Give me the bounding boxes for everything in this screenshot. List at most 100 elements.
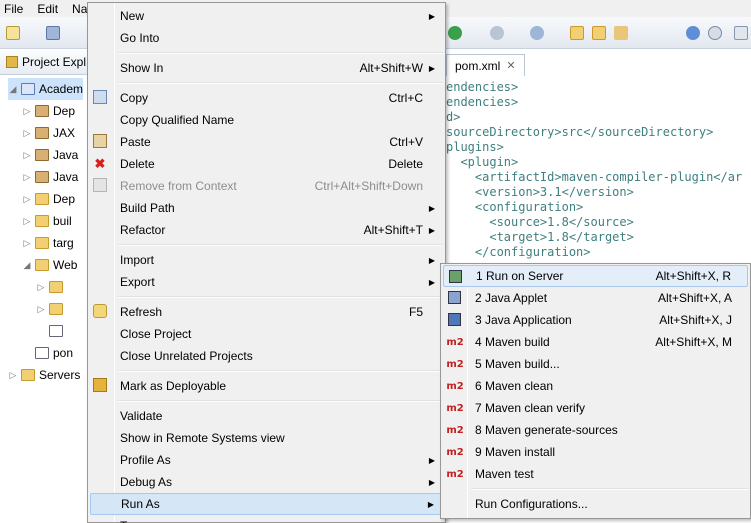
menu-item-label: Close Project — [120, 327, 192, 341]
folder-icon — [35, 215, 49, 227]
tree-item[interactable]: ◢ Academ — [8, 78, 84, 100]
submenu-arrow-icon: ▶ — [428, 11, 435, 21]
menu-item-label: Copy Qualified Name — [120, 113, 235, 127]
menu-item-go-into[interactable]: Go Into — [90, 27, 443, 49]
expand-toggle-icon[interactable]: ▷ — [22, 172, 32, 183]
menu-item-close-unrelated-projects[interactable]: Close Unrelated Projects — [90, 345, 443, 367]
code-view[interactable]: endencies> endencies> d> sourceDirectory>sr… — [446, 80, 742, 260]
menu-item-close-project[interactable]: Close Project — [90, 323, 443, 345]
expand-toggle-icon[interactable]: ▷ — [22, 216, 32, 227]
editor-tab-label: pom.xml — [455, 58, 501, 73]
menu-item-paste[interactable]: Paste Ctrl+V — [90, 131, 443, 153]
submenu-item[interactable]: 1 Run on Server Alt+Shift+X, R — [443, 265, 748, 287]
project-icon — [21, 83, 35, 95]
tree-item[interactable]: ▷ Servers — [8, 364, 81, 386]
expand-toggle-icon[interactable]: ▷ — [36, 304, 46, 315]
tree-item[interactable]: ▷ targ — [22, 232, 74, 254]
menu-item-team[interactable]: Te — [90, 515, 443, 523]
code-line: <artifactId>maven-compiler-plugin</ar — [446, 170, 743, 184]
menu-item-label: Remove from Context — [120, 179, 237, 193]
tree-item[interactable]: ▷ Dep — [22, 100, 75, 122]
m2-icon: m2 — [446, 336, 464, 348]
submenu-item[interactable]: m2 7 Maven clean verify — [443, 397, 748, 419]
submenu-item[interactable]: m2 5 Maven build... — [443, 353, 748, 375]
applet-icon — [448, 291, 461, 304]
submenu-item[interactable]: m2 6 Maven clean — [443, 375, 748, 397]
menu-item-copy-qualified-name[interactable]: Copy Qualified Name — [90, 109, 443, 131]
tab-pom-xml[interactable]: pom.xml ✕ — [446, 54, 525, 76]
globe-icon[interactable] — [686, 26, 700, 40]
menu-item-show-in[interactable]: Show In Alt+Shift+W ▶ — [90, 57, 443, 79]
run-icon[interactable] — [448, 26, 462, 40]
menu-item-mark-as-deployable[interactable]: Mark as Deployable — [90, 375, 443, 397]
code-line: d> — [446, 110, 461, 124]
menu-item-new[interactable]: New ▶ — [90, 5, 443, 27]
search-icon[interactable] — [708, 26, 722, 40]
submenu-item[interactable]: m2 4 Maven build Alt+Shift+X, M — [443, 331, 748, 353]
new-icon[interactable] — [6, 26, 20, 40]
submenu-item[interactable]: 3 Java Application Alt+Shift+X, J — [443, 309, 748, 331]
perspective-icon[interactable] — [734, 26, 748, 40]
expand-toggle-icon[interactable]: ◢ — [22, 260, 32, 271]
menu-item-copy[interactable]: Copy Ctrl+C — [90, 87, 443, 109]
tree-item-label: Academ — [39, 82, 84, 96]
tree-item[interactable]: ▷ buil — [22, 210, 72, 232]
expand-toggle-icon[interactable]: ▷ — [22, 128, 32, 139]
menu-item-refresh[interactable]: Refresh F5 — [90, 301, 443, 323]
menubar-item[interactable]: Edit — [37, 2, 58, 16]
submenu-item[interactable]: Run Configurations... — [443, 493, 748, 515]
tree-item[interactable]: ▷ Dep — [22, 188, 75, 210]
menu-item-run-as[interactable]: Run As ▶ — [90, 493, 443, 515]
tool-icon[interactable] — [530, 26, 544, 40]
run-as-submenu: 1 Run on Server Alt+Shift+X, R 2 Java Appl… — [440, 263, 751, 519]
gear-icon[interactable] — [490, 26, 504, 40]
menu-item-label: Mark as Deployable — [120, 379, 227, 393]
expand-toggle-icon[interactable]: ▷ — [22, 194, 32, 205]
tree-item[interactable]: pon — [22, 342, 73, 364]
expand-toggle-icon[interactable]: ▷ — [8, 370, 18, 381]
menu-item-export[interactable]: Export ▶ — [90, 271, 443, 293]
project-explorer-tab[interactable]: Project Expl — [0, 49, 87, 75]
menu-item-refactor[interactable]: Refactor Alt+Shift+T ▶ — [90, 219, 443, 241]
tree-item[interactable] — [36, 320, 67, 342]
m2-icon: m2 — [446, 468, 464, 480]
pencil-icon[interactable] — [614, 26, 628, 40]
tree-item[interactable]: ▷ — [36, 276, 67, 298]
folder-icon[interactable] — [592, 26, 606, 40]
expand-toggle-icon[interactable]: ▷ — [22, 150, 32, 161]
open-folder-icon[interactable] — [570, 26, 584, 40]
menu-item-label: Validate — [120, 409, 163, 423]
menubar-item[interactable]: File — [4, 2, 23, 16]
expand-toggle-icon[interactable]: ▷ — [36, 282, 46, 293]
menubar-item[interactable]: Na — [72, 2, 87, 16]
menu-item-profile-as[interactable]: Profile As ▶ — [90, 449, 443, 471]
deployed-resources-icon — [35, 193, 49, 205]
tree-item[interactable]: ◢ Web — [22, 254, 78, 276]
menu-item-label: 6 Maven clean — [475, 379, 554, 393]
menu-item-label: Maven test — [475, 467, 534, 481]
save-icon[interactable] — [46, 26, 60, 40]
menu-separator — [118, 82, 443, 84]
code-line: <version>3.1</version> — [446, 185, 634, 199]
shortcut-text: Delete — [388, 157, 423, 171]
tree-item[interactable]: ▷ JAX — [22, 122, 75, 144]
submenu-item[interactable]: 2 Java Applet Alt+Shift+X, A — [443, 287, 748, 309]
menu-item-build-path[interactable]: Build Path ▶ — [90, 197, 443, 219]
tree-item[interactable]: ▷ Java — [22, 166, 79, 188]
expand-toggle-icon[interactable]: ▷ — [22, 106, 32, 117]
expand-toggle-icon[interactable]: ◢ — [8, 84, 18, 95]
expand-toggle-icon[interactable]: ▷ — [22, 238, 32, 249]
submenu-item[interactable]: m2 8 Maven generate-sources — [443, 419, 748, 441]
menu-item-show-in-remote-systems[interactable]: Show in Remote Systems view — [90, 427, 443, 449]
menu-item-import[interactable]: Import ▶ — [90, 249, 443, 271]
paste-icon — [93, 134, 107, 148]
submenu-item[interactable]: m2 Maven test — [443, 463, 748, 485]
close-icon[interactable]: ✕ — [506, 59, 515, 72]
menu-item-debug-as[interactable]: Debug As ▶ — [90, 471, 443, 493]
tree-item[interactable]: ▷ — [36, 298, 67, 320]
submenu-item[interactable]: m2 9 Maven install — [443, 441, 748, 463]
shortcut-text: Alt+Shift+T — [363, 223, 423, 237]
menu-item-validate[interactable]: Validate — [90, 405, 443, 427]
menu-item-delete[interactable]: ✖ Delete Delete — [90, 153, 443, 175]
tree-item[interactable]: ▷ Java — [22, 144, 79, 166]
